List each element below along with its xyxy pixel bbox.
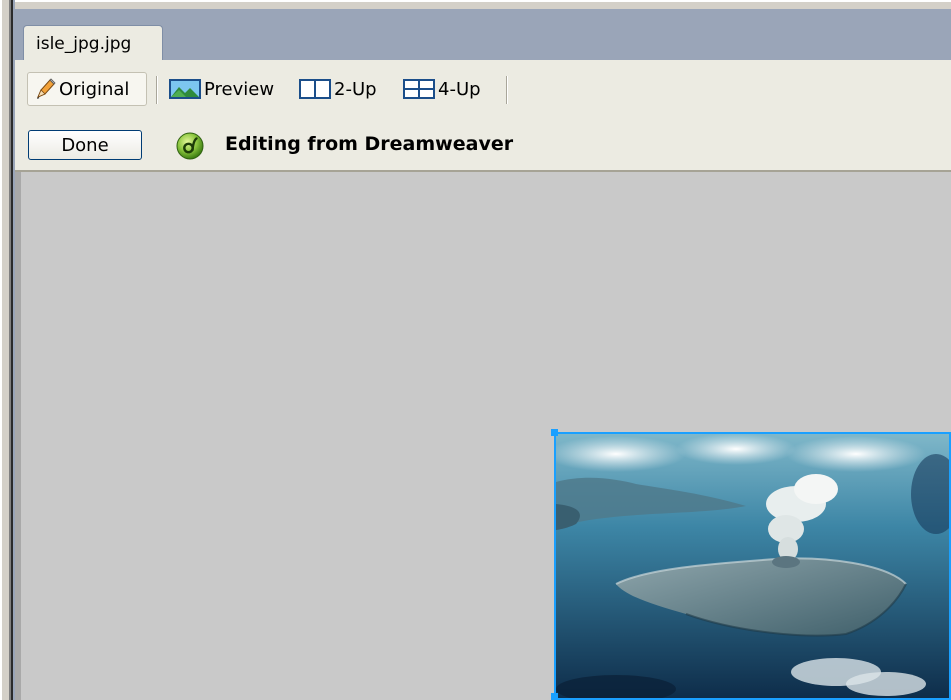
selected-image[interactable] [554, 432, 951, 700]
preview-view-button[interactable]: Preview [169, 72, 274, 106]
view-toolbar: Original Preview 2-Up 4-Up [15, 60, 951, 121]
two-up-view-button[interactable]: 2-Up [299, 72, 377, 106]
toolbar-separator [156, 76, 157, 104]
four-up-view-label: 4-Up [438, 78, 481, 100]
pencil-icon [34, 77, 56, 101]
four-up-icon [403, 78, 435, 100]
window-frame-left [0, 0, 15, 700]
original-view-label: Original [59, 78, 130, 100]
two-up-icon [299, 78, 331, 100]
document-tab-strip: isle_jpg.jpg [15, 12, 951, 60]
landscape-icon [169, 78, 201, 100]
document-tab[interactable]: isle_jpg.jpg [23, 25, 163, 60]
preview-view-label: Preview [204, 78, 275, 100]
original-view-button[interactable]: Original [27, 72, 147, 106]
two-up-view-label: 2-Up [334, 78, 377, 100]
toolbar-separator [506, 76, 507, 104]
document-tab-label: isle_jpg.jpg [36, 34, 132, 54]
four-up-view-button[interactable]: 4-Up [403, 72, 481, 106]
fireworks-document-window: isle_jpg.jpg Original Preview 2-Up 4-Up … [0, 0, 951, 700]
done-button[interactable]: Done [28, 130, 142, 160]
dreamweaver-icon [174, 131, 206, 165]
volcanic-island-photo [556, 434, 949, 698]
editing-status-text: Editing from Dreamweaver [225, 133, 514, 155]
window-frame-top [0, 0, 951, 12]
selection-handle[interactable] [551, 429, 558, 436]
selection-handle[interactable] [551, 693, 558, 700]
edit-status-bar: Done Editing from Dreamweaver [15, 120, 951, 172]
